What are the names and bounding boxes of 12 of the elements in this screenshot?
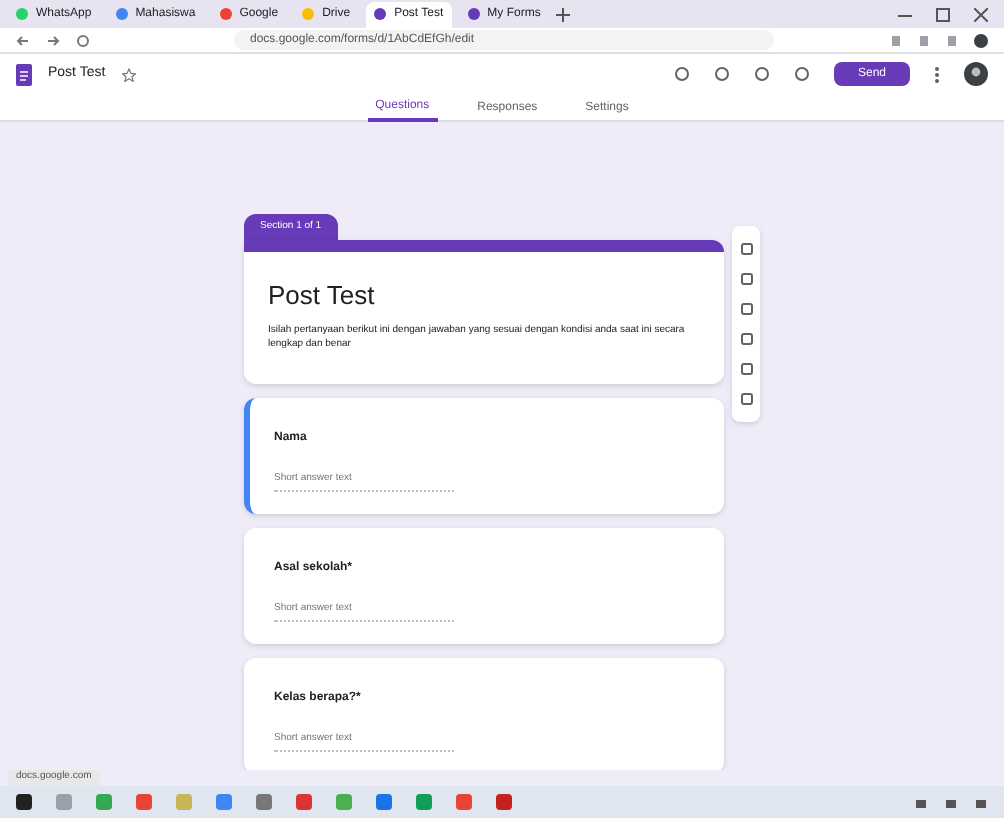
new-tab-icon[interactable] [556,7,571,21]
taskbar-app-icon[interactable] [16,794,32,810]
close-icon[interactable] [974,7,988,21]
star-icon[interactable] [121,67,136,81]
back-icon[interactable] [16,33,30,47]
more-icon[interactable] [934,65,940,83]
avatar-icon[interactable] [974,33,988,47]
forms-logo-icon [16,63,32,85]
avatar-icon[interactable] [964,62,988,86]
maximize-icon[interactable] [936,7,950,21]
form-title[interactable]: Post Test [268,268,700,323]
forward-icon[interactable] [46,33,60,47]
